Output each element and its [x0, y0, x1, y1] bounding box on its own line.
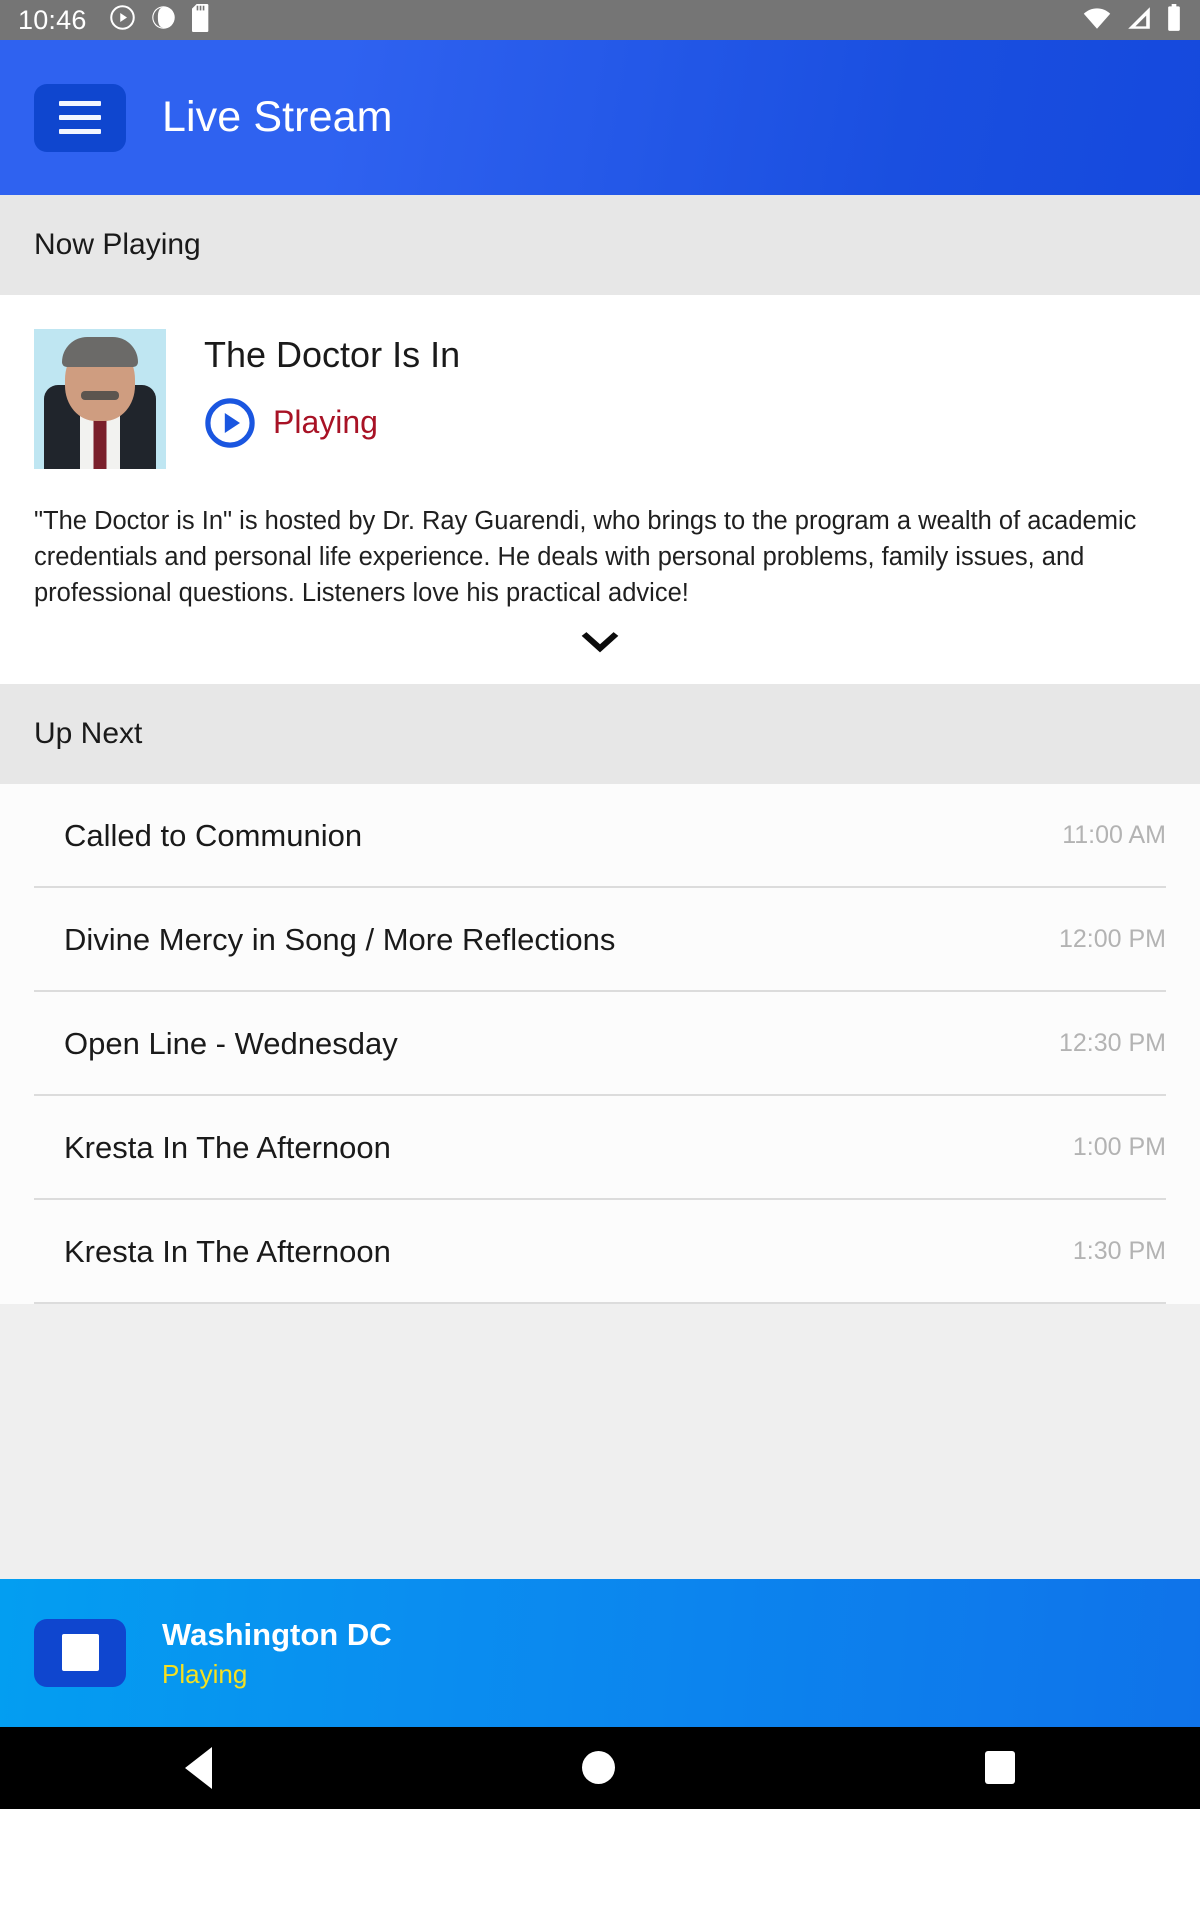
hamburger-menu-icon — [59, 129, 101, 134]
sd-card-icon — [191, 3, 214, 37]
play-circle-icon[interactable] — [204, 397, 256, 449]
up-next-list: Called to Communion 11:00 AM Divine Merc… — [0, 783, 1200, 1304]
list-item[interactable]: Kresta In The Afternoon 1:30 PM — [0, 1200, 1200, 1304]
up-next-section-label: Up Next — [34, 716, 143, 750]
list-empty-space — [0, 1303, 1200, 1579]
status-bar-notification-icons — [109, 3, 214, 37]
now-playing-status-row[interactable]: Playing — [204, 397, 460, 449]
list-item-time: 11:00 AM — [1062, 821, 1166, 850]
battery-icon — [1166, 3, 1182, 37]
list-item-time: 1:30 PM — [1072, 1237, 1166, 1266]
expand-description-button[interactable] — [34, 612, 1166, 684]
recents-square-icon[interactable] — [985, 1751, 1015, 1785]
stop-square-icon — [61, 1634, 99, 1672]
page-title: Live Stream — [162, 93, 393, 141]
list-item-time: 12:00 PM — [1058, 925, 1166, 954]
player-station-title: Washington DC — [162, 1616, 392, 1652]
now-playing-thumbnail — [34, 329, 166, 469]
player-status: Playing — [162, 1658, 248, 1689]
status-bar: 10:46 — [0, 0, 1200, 40]
status-bar-clock: 10:46 — [18, 4, 87, 35]
home-circle-icon[interactable] — [582, 1751, 615, 1785]
list-item-title: Open Line - Wednesday — [64, 1025, 398, 1061]
android-navigation-bar — [0, 1726, 1200, 1809]
now-playing-section-header: Now Playing — [0, 195, 1200, 295]
list-item-title: Divine Mercy in Song / More Reflections — [64, 921, 616, 957]
list-item[interactable]: Kresta In The Afternoon 1:00 PM — [0, 1096, 1200, 1200]
up-next-content-area: Called to Communion 11:00 AM Divine Merc… — [0, 783, 1200, 1579]
mini-player-bar[interactable]: Washington DC Playing — [0, 1578, 1200, 1727]
list-item-time: 12:30 PM — [1058, 1029, 1166, 1058]
cast-icon — [150, 4, 177, 36]
list-item[interactable]: Called to Communion 11:00 AM — [0, 784, 1200, 888]
wifi-icon — [1082, 6, 1112, 35]
now-playing-description: "The Doctor is In" is hosted by Dr. Ray … — [34, 507, 1137, 608]
play-circle-icon — [109, 4, 136, 36]
hamburger-menu-button[interactable] — [34, 83, 126, 152]
app-bar: Live Stream — [0, 40, 1200, 195]
list-item-time: 1:00 PM — [1072, 1133, 1166, 1162]
chevron-down-icon — [578, 630, 622, 665]
status-bar-system-icons — [1082, 3, 1182, 37]
list-item[interactable]: Open Line - Wednesday 12:30 PM — [0, 992, 1200, 1096]
now-playing-title: The Doctor Is In — [204, 334, 461, 375]
cellular-signal-icon — [1125, 6, 1153, 35]
hamburger-menu-icon — [59, 115, 101, 120]
list-item-title: Kresta In The Afternoon — [64, 1233, 391, 1269]
back-triangle-icon[interactable] — [185, 1746, 212, 1789]
list-item-title: Kresta In The Afternoon — [64, 1129, 391, 1165]
now-playing-status: Playing — [273, 404, 378, 441]
stop-button[interactable] — [34, 1618, 126, 1687]
now-playing-card[interactable]: The Doctor Is In Playing "The Doctor is … — [0, 295, 1200, 684]
hamburger-menu-icon — [59, 101, 101, 106]
up-next-section-header: Up Next — [0, 683, 1200, 784]
list-item[interactable]: Divine Mercy in Song / More Reflections … — [0, 888, 1200, 992]
now-playing-section-label: Now Playing — [34, 228, 201, 261]
list-item-title: Called to Communion — [64, 817, 363, 853]
